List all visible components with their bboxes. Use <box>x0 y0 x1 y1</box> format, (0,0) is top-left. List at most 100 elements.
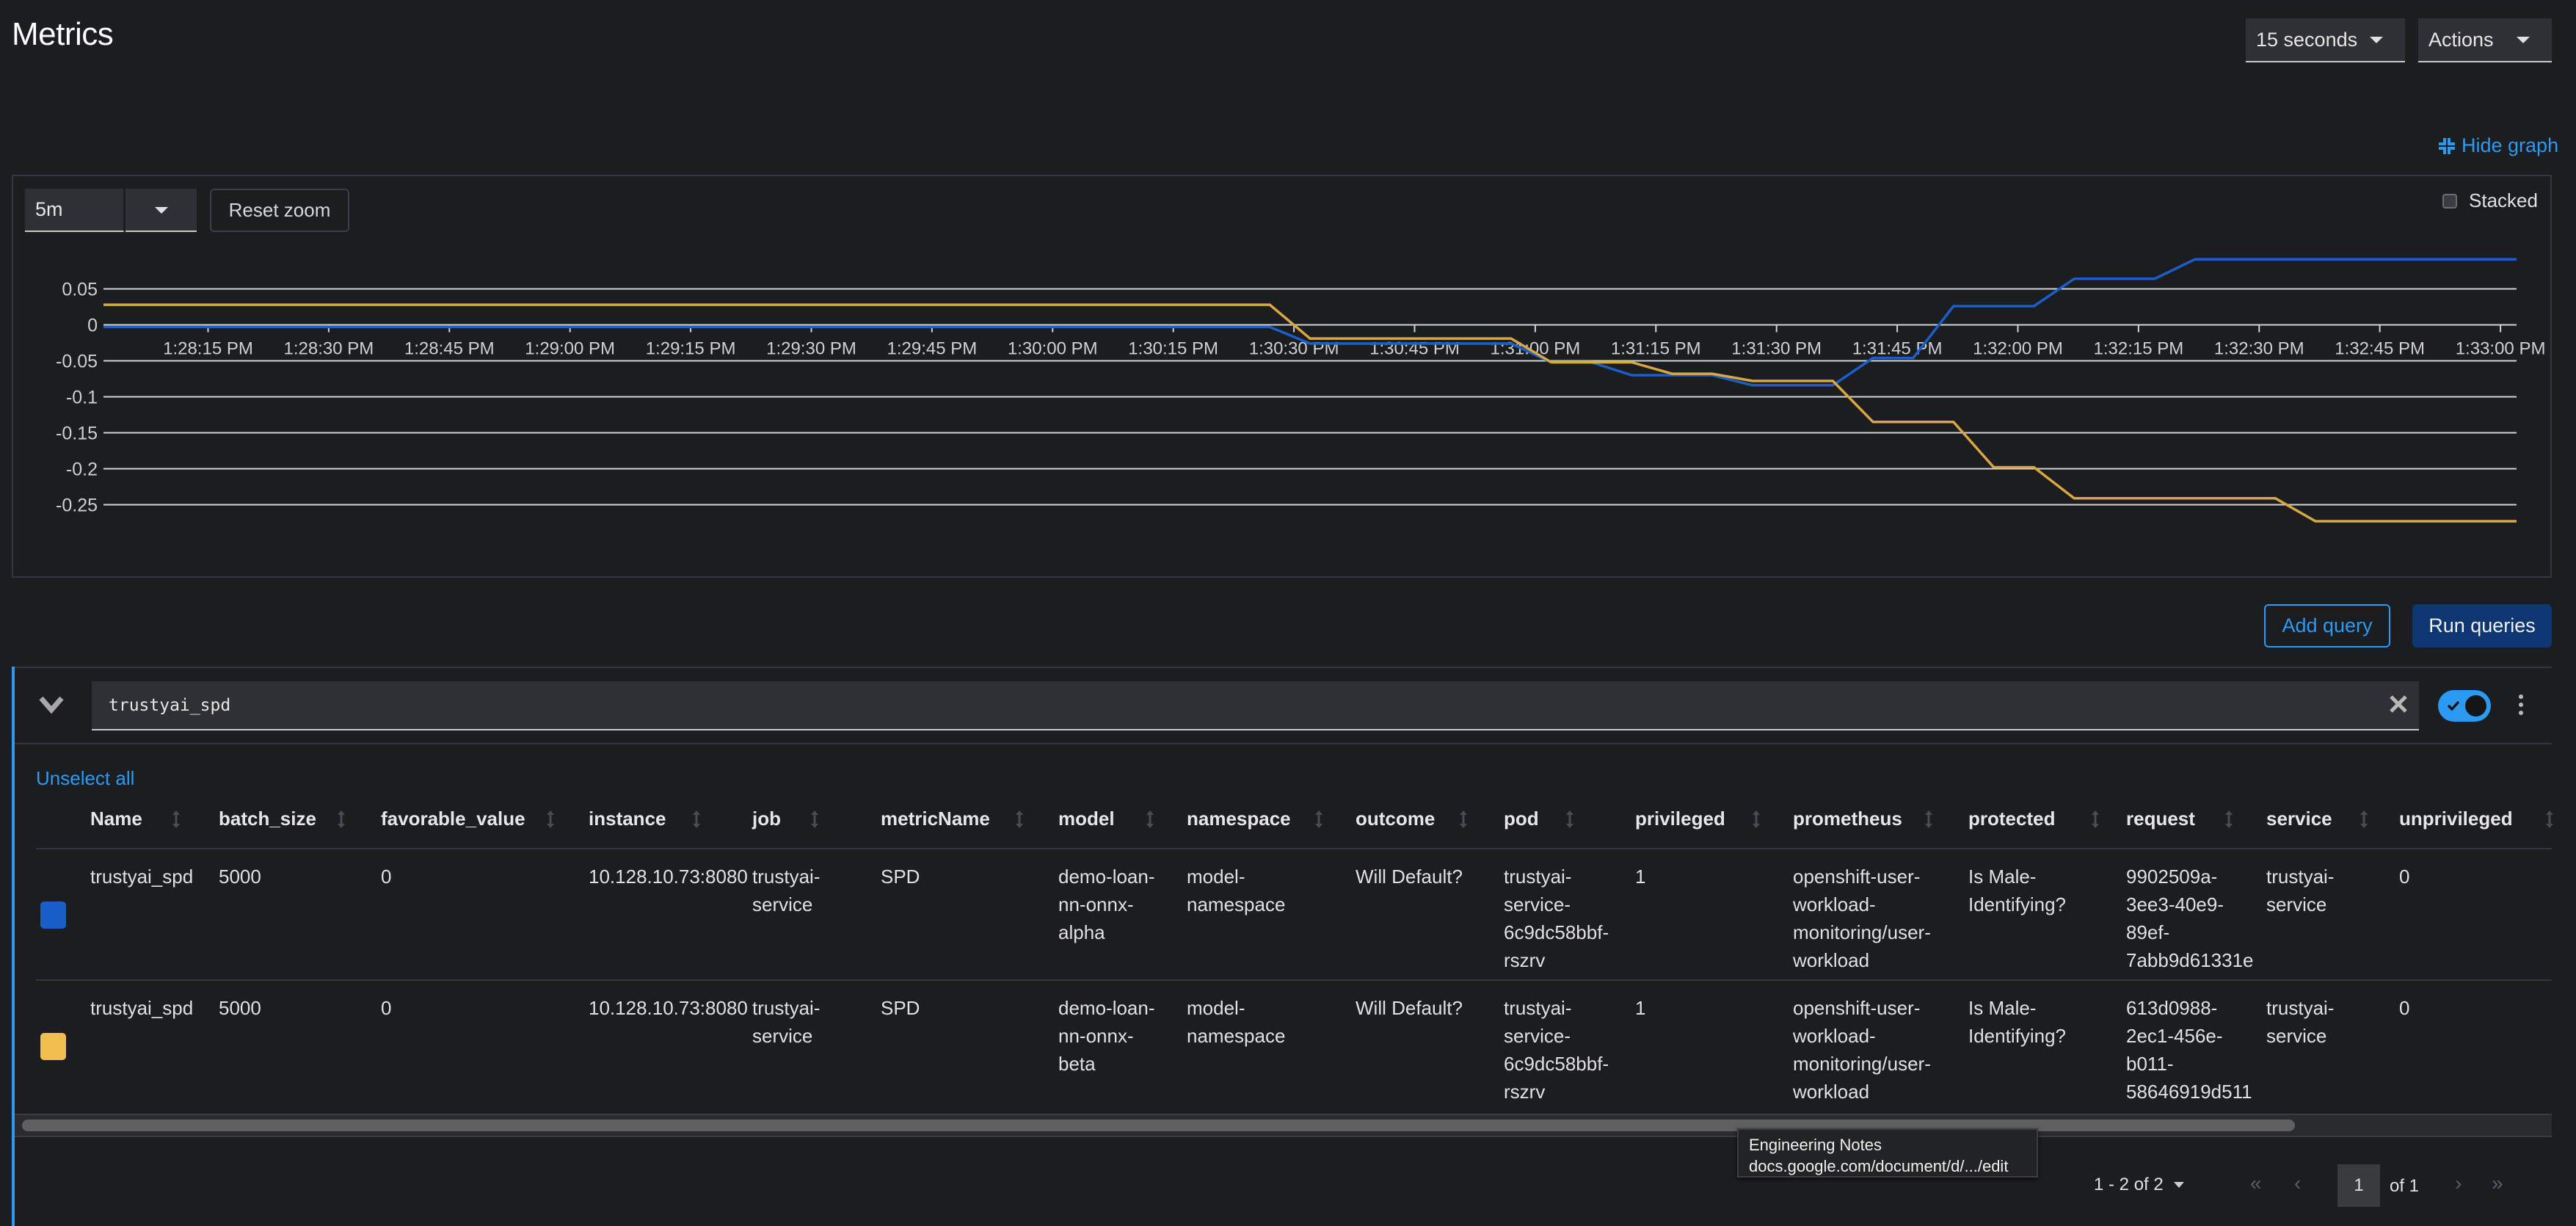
column-header-privileged[interactable]: privileged <box>1635 808 1725 830</box>
sort-icon[interactable] <box>1145 809 1155 830</box>
stacked-checkbox-group[interactable]: Stacked <box>2442 189 2538 212</box>
previous-page-button[interactable]: ‹ <box>2294 1172 2301 1195</box>
y-tick-label: 0 <box>87 316 98 336</box>
table-cell-model: demo-loan- nn-onnx- alpha <box>1058 866 1155 943</box>
chevron-down-icon <box>39 696 64 714</box>
sort-icon[interactable] <box>2090 809 2100 830</box>
query-enabled-toggle[interactable] <box>2438 690 2491 722</box>
time-range-select[interactable]: 5m <box>25 189 124 232</box>
query-expression-text: trustyai_spd <box>109 695 231 715</box>
column-header-request[interactable]: request <box>2126 808 2195 830</box>
time-range-value: 5m <box>35 198 63 220</box>
toggle-knob <box>2465 695 2486 717</box>
y-tick-label: 0.05 <box>62 280 98 300</box>
query-expression-input[interactable]: trustyai_spd <box>92 681 2419 730</box>
sort-icon[interactable] <box>1751 809 1761 830</box>
divider <box>15 743 2552 744</box>
sort-icon[interactable] <box>336 809 346 830</box>
sort-icon[interactable] <box>1924 809 1934 830</box>
actions-label: Actions <box>2428 28 2494 51</box>
hide-graph-label: Hide graph <box>2462 134 2559 156</box>
column-header-namespace[interactable]: namespace <box>1187 808 1291 830</box>
table-header-row: Name batch_size favorable_value instance job… <box>0 808 2576 844</box>
sort-icon[interactable] <box>2544 809 2555 830</box>
clear-query-button[interactable] <box>2388 694 2409 714</box>
table-cell-favorable-value: 0 <box>381 997 392 1019</box>
series-color-swatch[interactable] <box>40 1033 66 1060</box>
x-tick-label: 1:28:15 PM <box>163 339 253 359</box>
series-color-swatch[interactable] <box>40 902 66 929</box>
tooltip-url: docs.google.com/document/d/.../edit <box>1749 1157 2009 1175</box>
column-header-name[interactable]: Name <box>90 808 142 830</box>
metrics-chart[interactable]: 0.050-0.05-0.1-0.15-0.2-0.25 1:28:15 PM 1… <box>0 242 2576 565</box>
refresh-interval-value: 15 seconds <box>2256 28 2358 51</box>
unselect-all-link[interactable]: Unselect all <box>36 767 134 790</box>
x-tick-label: 1:32:15 PM <box>2094 339 2184 359</box>
table-cell-request: 9902509a- 3ee3-40e9- 89ef- 7abb9d61331e <box>2126 866 2254 971</box>
x-tick-label: 1:29:45 PM <box>887 339 978 359</box>
first-page-button[interactable]: « <box>2250 1172 2262 1195</box>
per-page-toggle[interactable]: 1 - 2 of 2 <box>2094 1175 2184 1195</box>
x-tick-label: 1:32:30 PM <box>2214 339 2304 359</box>
chevron-right-icon: › <box>2455 1172 2462 1194</box>
column-header-model[interactable]: model <box>1058 808 1115 830</box>
sort-icon[interactable] <box>2224 809 2234 830</box>
sort-icon[interactable] <box>1458 809 1469 830</box>
x-axis: 1:28:15 PM 1:28:30 PM 1:28:45 PM 1:29:00 PM… <box>163 324 2545 359</box>
horizontal-scrollbar[interactable] <box>15 1114 2552 1137</box>
sort-icon[interactable] <box>545 809 556 830</box>
column-header-instance[interactable]: instance <box>589 808 666 830</box>
sort-icon[interactable] <box>691 809 702 830</box>
caret-down-icon <box>155 207 168 214</box>
sort-icon[interactable] <box>1314 809 1324 830</box>
last-page-button[interactable]: » <box>2492 1172 2503 1195</box>
column-header-favorable-value[interactable]: favorable_value <box>381 808 525 830</box>
run-queries-label: Run queries <box>2428 614 2536 636</box>
y-tick-label: -0.1 <box>66 388 98 408</box>
stacked-label: Stacked <box>2469 189 2538 211</box>
sort-icon[interactable] <box>2359 809 2369 830</box>
refresh-interval-dropdown[interactable]: 15 seconds <box>2246 18 2405 62</box>
x-tick-label: 1:32:45 PM <box>2335 339 2425 359</box>
x-tick-label: 1:29:30 PM <box>766 339 856 359</box>
hide-graph-button[interactable]: Hide graph <box>2438 134 2558 157</box>
column-header-metricname[interactable]: metricName <box>881 808 990 830</box>
column-header-outcome[interactable]: outcome <box>1356 808 1435 830</box>
table-cell-namespace: model- namespace <box>1187 866 1286 915</box>
add-query-button[interactable]: Add query <box>2264 604 2390 648</box>
x-tick-label: 1:31:15 PM <box>1611 339 1701 359</box>
current-page-input[interactable]: 1 <box>2337 1164 2380 1207</box>
table-row[interactable]: trustyai_spd 5000 0 10.128.10.73:8080 trusty… <box>0 981 2576 1112</box>
caret-down-icon <box>2517 37 2530 43</box>
column-header-prometheus[interactable]: prometheus <box>1793 808 1902 830</box>
sort-icon[interactable] <box>809 809 820 830</box>
column-header-batch-size[interactable]: batch_size <box>219 808 316 830</box>
column-header-pod[interactable]: pod <box>1504 808 1539 830</box>
table-cell-privileged: 1 <box>1635 866 1646 888</box>
table-cell-outcome: Will Default? <box>1356 866 1463 888</box>
table-cell-batch-size: 5000 <box>219 997 261 1019</box>
compress-icon <box>2439 137 2455 154</box>
column-header-service[interactable]: service <box>2266 808 2332 830</box>
column-header-job[interactable]: job <box>752 808 781 830</box>
next-page-button[interactable]: › <box>2455 1172 2462 1195</box>
time-range-toggle[interactable] <box>125 189 197 232</box>
x-tick-label: 1:29:00 PM <box>525 339 615 359</box>
sort-icon[interactable] <box>1565 809 1575 830</box>
tooltip-title: Engineering Notes <box>1749 1136 1882 1154</box>
table-cell-metricname: SPD <box>881 866 920 888</box>
expand-query-button[interactable] <box>37 692 66 718</box>
reset-zoom-button[interactable]: Reset zoom <box>210 189 349 232</box>
column-header-protected[interactable]: protected <box>1968 808 2055 830</box>
stacked-checkbox[interactable] <box>2442 193 2457 208</box>
actions-dropdown[interactable]: Actions <box>2418 18 2552 62</box>
table-cell-unprivileged: 0 <box>2399 997 2410 1019</box>
run-queries-button[interactable]: Run queries <box>2412 604 2552 648</box>
sort-icon[interactable] <box>171 809 181 830</box>
query-menu-button[interactable] <box>2514 694 2528 716</box>
caret-down-icon <box>2370 37 2383 43</box>
table-body: trustyai_spd 5000 0 10.128.10.73:8080 trusty… <box>0 849 2576 1114</box>
sort-icon[interactable] <box>1014 809 1025 830</box>
table-row[interactable]: trustyai_spd 5000 0 10.128.10.73:8080 trusty… <box>0 849 2576 981</box>
column-header-unprivileged[interactable]: unprivileged <box>2399 808 2513 830</box>
